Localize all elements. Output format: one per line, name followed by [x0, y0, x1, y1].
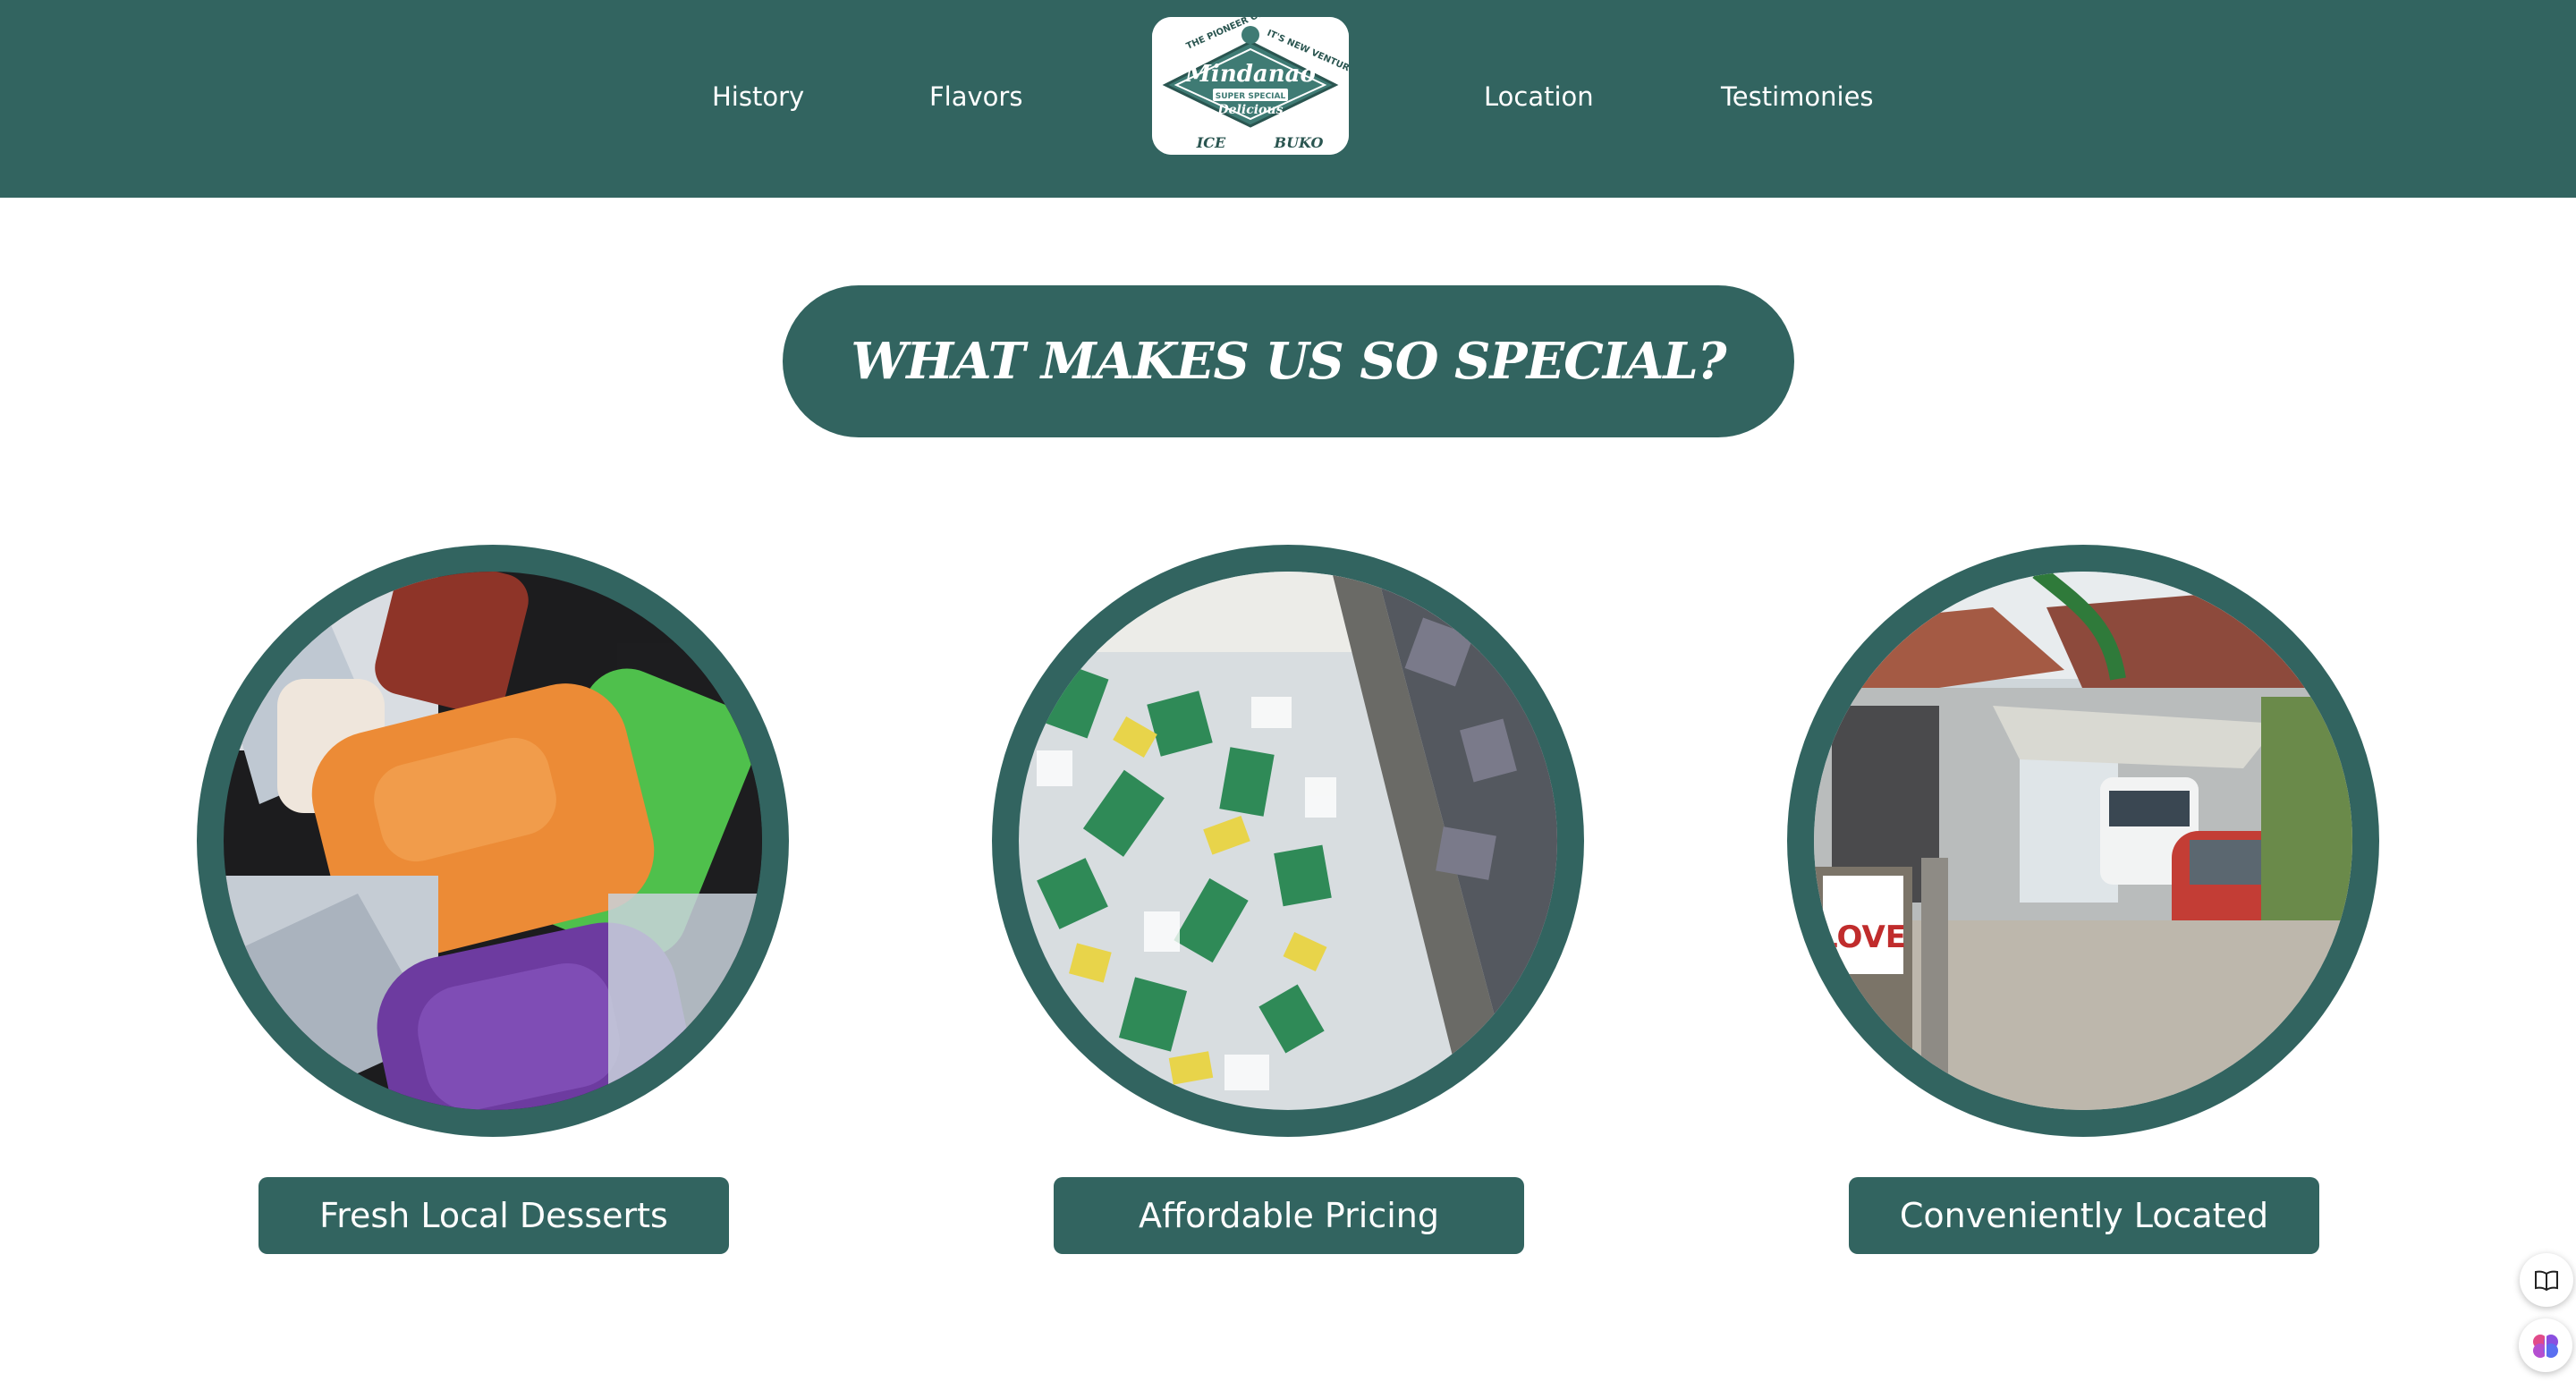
feature-circle-affordable — [992, 545, 1584, 1137]
section-heading: WHAT MAKES US SO SPECIAL? — [851, 332, 1726, 391]
book-icon — [2535, 1270, 2558, 1291]
svg-text:LOVE: LOVE — [1818, 920, 1906, 955]
nav-link-testimonies[interactable]: Testimonies — [1721, 79, 1874, 114]
feature-circle-fresh — [197, 545, 789, 1137]
section-heading-banner: WHAT MAKES US SO SPECIAL? — [783, 285, 1794, 437]
logo-brand-text: Mindanao — [1184, 61, 1316, 88]
svg-text:BUKO: BUKO — [1274, 134, 1324, 151]
feature-label-affordable: Affordable Pricing — [1054, 1177, 1524, 1254]
ai-assistant-button[interactable] — [2519, 1318, 2572, 1372]
svg-text:ICE: ICE — [1196, 134, 1226, 151]
brain-icon — [2533, 1335, 2558, 1358]
feature-label-location: Conveniently Located — [1849, 1177, 2319, 1254]
svg-text:Delicious: Delicious — [1217, 103, 1284, 117]
logo-emblem: THE PIONEER ON IT'S NEW VENTURE Mindanao… — [1152, 17, 1349, 155]
feature-label-fresh: Fresh Local Desserts — [258, 1177, 729, 1254]
brand-logo[interactable]: THE PIONEER ON IT'S NEW VENTURE Mindanao… — [1152, 17, 1349, 155]
ice-candy-photo — [224, 572, 762, 1110]
reader-mode-button[interactable] — [2520, 1253, 2573, 1307]
nav-link-history[interactable]: History — [712, 79, 804, 114]
site-header: History Flavors THE PIONEER ON IT'S NEW … — [0, 0, 2576, 198]
storefront-photo: LOVE — [1814, 572, 2352, 1110]
nav-link-flavors[interactable]: Flavors — [929, 79, 1022, 114]
svg-text:SUPER SPECIAL: SUPER SPECIAL — [1216, 92, 1286, 101]
packed-ice-photo — [1019, 572, 1557, 1110]
feature-circle-location: LOVE — [1787, 545, 2379, 1137]
nav-link-location[interactable]: Location — [1484, 79, 1594, 114]
